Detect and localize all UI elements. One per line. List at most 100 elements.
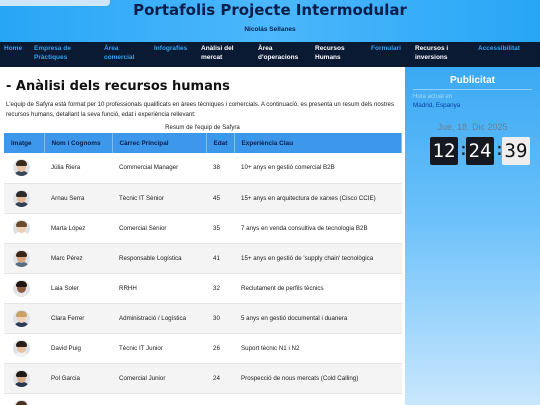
- avatar: [13, 309, 30, 327]
- table-row: David Puig Tècnic IT Junior 26 Suport tècni…: [4, 333, 402, 364]
- table-row: Laia Soler RRHH 32 Reclutament de perfils t…: [4, 273, 402, 304]
- nav-formulari[interactable]: Formulari: [371, 44, 401, 53]
- cell-name: Laia Soler: [44, 273, 112, 304]
- cell-image: [4, 303, 44, 334]
- cell-experience: Reclutament de perfils tècnics: [234, 273, 402, 304]
- avatar-hair: [16, 160, 27, 167]
- avatar: [13, 189, 30, 207]
- cell-image: [4, 243, 44, 274]
- col-header-role: Càrrec Principal: [112, 133, 207, 153]
- cell-age: 30: [206, 303, 234, 334]
- nav-area-comercial[interactable]: Àrea comercial: [104, 44, 144, 62]
- table-row: Clara Ferrer Administració / Logística 30 5…: [4, 303, 402, 334]
- cell-age: 24: [206, 363, 234, 394]
- table-row: Marta López Comercial Sènior 35 7 anys en v…: [4, 213, 402, 244]
- clock-date: Jue, 18. Dic 2025: [437, 122, 508, 132]
- cell-name: Clara Ferrer: [44, 303, 112, 334]
- avatar-hair: [16, 190, 27, 197]
- cell-image: [4, 393, 44, 405]
- nav-empresa[interactable]: Empresa de Pràctiques: [34, 44, 86, 62]
- avatar: [13, 279, 30, 297]
- cell-age: 26: [206, 333, 234, 364]
- table-row: Pol Garcia Comercial Junior 24 Prospecció d…: [4, 363, 402, 394]
- cell-role: Responsable Logística: [112, 243, 206, 274]
- cell-name: David Puig: [44, 333, 112, 364]
- cell-experience: 5 anys en gestió documental i duanera: [234, 303, 402, 334]
- table-header-row: Imatge Nom i Cognoms Càrrec Principal Ed…: [4, 133, 402, 153]
- cell-role: Comercial Junior: [112, 393, 206, 405]
- col-header-name: Nom i Cognoms: [44, 133, 113, 153]
- cell-experience: Suport tècnic N1 i N2: [234, 333, 402, 364]
- site-header: Portafolis Projecte Intermodular Nicolás…: [0, 0, 540, 42]
- page-title: - Anàlisi dels recursos humans: [6, 79, 230, 94]
- avatar: [13, 159, 30, 177]
- cell-age: 23: [206, 393, 234, 405]
- cell-experience: Suport al departament comercial: [234, 393, 402, 405]
- cell-role: RRHH: [112, 273, 206, 304]
- main-nav: Home Empresa de Pràctiques Àrea comercia…: [0, 42, 540, 67]
- col-header-age: Edat: [206, 133, 235, 153]
- site-title: Portafolis Projecte Intermodular: [133, 1, 407, 19]
- nav-recursos-humans[interactable]: Recursos Humans: [315, 44, 355, 62]
- nav-area-operacions[interactable]: Àrea d'operacions: [258, 44, 306, 62]
- cell-age: 45: [206, 183, 234, 214]
- sidebar-title: Publicitat: [449, 75, 495, 86]
- sidebar-ad: Publicitat Hora actual en Madrid, Espany…: [405, 67, 540, 405]
- avatar-hair: [16, 400, 27, 405]
- avatar: [13, 249, 30, 267]
- staff-table: Imatge Nom i Cognoms Càrrec Principal Ed…: [4, 133, 402, 405]
- cell-role: Tècnic IT Sènior: [112, 183, 206, 214]
- cell-image: [4, 153, 44, 184]
- cell-experience: 10+ anys en gestió comercial B2B: [234, 153, 402, 184]
- nav-infografies[interactable]: Infografies: [154, 44, 187, 53]
- avatar: [13, 219, 30, 237]
- col-header-experience: Experiència Clau: [234, 133, 402, 153]
- cell-name: Júlia Riera: [44, 153, 112, 184]
- cell-role: Commercial Manager: [112, 153, 206, 184]
- cell-role: Tècnic IT Junior: [112, 333, 206, 364]
- site-author: Nicolás Sellanes: [244, 26, 296, 33]
- table-row: Arnau Serra Tècnic IT Sènior 45 15+ anys en…: [4, 183, 402, 214]
- cell-role: Comercial Junior: [112, 363, 206, 394]
- main-content: - Anàlisi dels recursos humans L'equip d…: [0, 67, 405, 405]
- cell-name: Marc Pérez: [44, 243, 112, 274]
- table-row: Marc Pérez Responsable Logística 41 15+ any…: [4, 243, 402, 274]
- cell-experience: 7 anys en venda consultiva de tecnologia…: [234, 213, 402, 244]
- nav-home[interactable]: Home: [4, 44, 22, 53]
- time-label: Hora actual en: [413, 94, 453, 100]
- cell-age: 35: [206, 213, 234, 244]
- cell-image: [4, 183, 44, 214]
- nav-recursos-inversions[interactable]: Recursos i inversions: [415, 44, 463, 62]
- col-header-image: Imatge: [4, 133, 45, 153]
- cell-image: [4, 363, 44, 394]
- avatar: [13, 369, 30, 387]
- cell-age: 38: [206, 153, 234, 184]
- cell-experience: 15+ anys en arquitectura de xarxes (Cisc…: [234, 183, 402, 214]
- cell-role: Administració / Logística: [112, 303, 206, 334]
- avatar: [13, 339, 30, 357]
- intro-text: L'equip de Safyra està format per 10 pro…: [6, 101, 394, 118]
- table-row: Júlia Riera Commercial Manager 38 10+ anys …: [4, 153, 402, 184]
- avatar: [13, 399, 30, 405]
- nav-analisi[interactable]: Anàlisi del mercat: [201, 44, 245, 62]
- avatar-hair: [16, 370, 27, 377]
- avatar-hair: [16, 280, 27, 287]
- table-caption: Resum de l'equip de Safyra: [165, 124, 240, 131]
- cell-age: 41: [206, 243, 234, 274]
- avatar-hair: [16, 310, 27, 317]
- nav-accessibilitat[interactable]: Accessibilitat: [478, 44, 520, 53]
- cell-role: Comercial Sènior: [112, 213, 206, 244]
- avatar-hair: [16, 250, 27, 257]
- cell-image: [4, 333, 44, 364]
- table-row: Pol SolàComercial Junior23Suport al depa…: [4, 393, 402, 405]
- cell-name: Pol Solà: [44, 393, 112, 405]
- clock-minutes: 24: [466, 137, 494, 165]
- cell-experience: 15+ anys en gestió de 'supply chain' tec…: [234, 243, 402, 274]
- cell-name: Pol Garcia: [44, 363, 112, 394]
- cell-age: 32: [206, 273, 234, 304]
- sidebar-divider: [413, 89, 532, 90]
- time-location-link[interactable]: Madrid, Espanya: [413, 102, 460, 109]
- cell-experience: Prospecció de nous mercats (Cold Calling…: [234, 363, 402, 394]
- clock-seconds: 39: [502, 137, 530, 165]
- cell-image: [4, 273, 44, 304]
